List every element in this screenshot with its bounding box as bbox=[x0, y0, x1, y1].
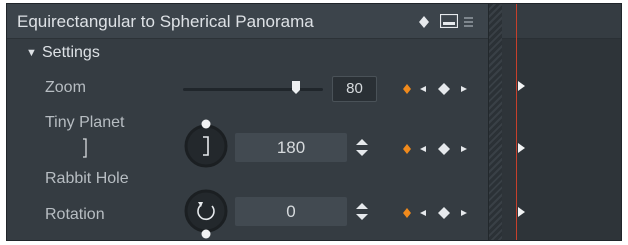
tiny-planet-label: Tiny Planet bbox=[45, 114, 125, 131]
tiny-planet-keyframe-controls[interactable] bbox=[403, 143, 471, 155]
settings-section-header[interactable]: ▼ Settings bbox=[7, 39, 488, 69]
tiny-planet-icon bbox=[83, 138, 87, 158]
zoom-slider-track[interactable] bbox=[183, 88, 323, 91]
slider-handle-icon[interactable] bbox=[292, 81, 300, 94]
diamond-icon[interactable] bbox=[419, 16, 429, 28]
section-label: Settings bbox=[42, 44, 100, 61]
rotation-value-field[interactable]: 0 bbox=[235, 197, 347, 226]
menu-icon[interactable] bbox=[464, 15, 473, 27]
rotation-dial[interactable] bbox=[181, 189, 231, 240]
settings-panel: Equirectangular to Spherical Panorama ▼ … bbox=[7, 4, 488, 240]
playhead-marker-icon bbox=[518, 143, 525, 153]
timeline-header[interactable] bbox=[502, 4, 621, 39]
keyframe-timeline[interactable] bbox=[488, 4, 621, 240]
spinner-arrows-icon[interactable] bbox=[355, 138, 369, 158]
playhead[interactable] bbox=[516, 4, 517, 240]
rotation-keyframe-controls[interactable] bbox=[403, 207, 471, 219]
effect-panel-frame: Equirectangular to Spherical Panorama ▼ … bbox=[6, 3, 622, 241]
rabbit-hole-label: Rabbit Hole bbox=[45, 170, 129, 187]
effect-title: Equirectangular to Spherical Panorama bbox=[17, 12, 314, 31]
rotation-label: Rotation bbox=[45, 206, 105, 223]
monitor-icon[interactable] bbox=[440, 14, 458, 28]
effect-title-bar[interactable]: Equirectangular to Spherical Panorama bbox=[7, 4, 488, 39]
zoom-value-field[interactable]: 80 bbox=[332, 76, 377, 102]
timeline-hatch-area bbox=[488, 4, 502, 240]
tiny-planet-value-field[interactable]: 180 bbox=[235, 133, 347, 162]
zoom-keyframe-controls[interactable] bbox=[403, 83, 471, 95]
playhead-marker-icon bbox=[518, 207, 525, 217]
playhead-marker-icon bbox=[518, 81, 525, 91]
spinner-arrows-icon[interactable] bbox=[355, 202, 369, 222]
caret-down-icon[interactable]: ▼ bbox=[26, 47, 37, 59]
tiny-planet-dial[interactable] bbox=[181, 118, 231, 170]
zoom-label: Zoom bbox=[45, 79, 86, 96]
